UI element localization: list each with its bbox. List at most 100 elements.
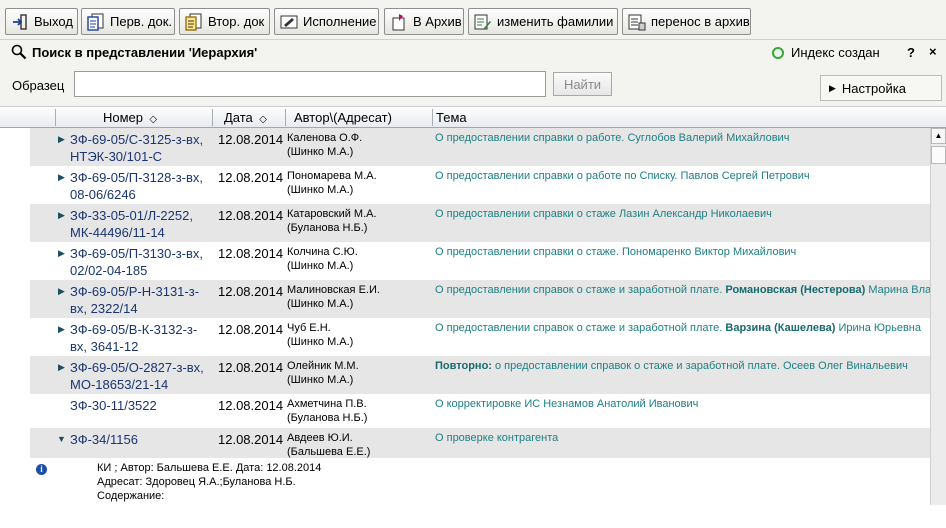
secondary-doc-icon [184, 13, 204, 31]
scroll-thumb[interactable] [931, 146, 946, 164]
table-row[interactable]: ▶ ЗФ-33-05-01/Л-2252, МК-44496/11-14 12.0… [30, 204, 930, 242]
doc-author: Катаровский М.А. (Буланова Н.Б.) [287, 208, 377, 234]
doc-author: Пономарева М.А. (Шинко М.А.) [287, 170, 377, 196]
table-row[interactable]: ▶ ЗФ-69-05/Р-Н-3131-з-вх, 2322/14 12.08.… [30, 280, 931, 318]
edit-names-icon [473, 13, 493, 31]
expand-arrow-icon[interactable]: ▶ [58, 134, 65, 145]
execution-icon [279, 13, 299, 31]
doc-author: Авдеев Ю.И. (Бальшева Е.Е.) [287, 432, 371, 458]
expand-arrow-icon[interactable]: ▶ [58, 286, 65, 297]
table-row[interactable]: ▶ ЗФ-69-05/В-К-3132-з-вх, 3641-12 12.08.… [30, 318, 930, 356]
table-row[interactable]: ЗФ-30-11/3522 12.08.2014 Ахметчина П.В.(… [30, 394, 930, 428]
expand-arrow-icon[interactable]: ▶ [58, 248, 65, 259]
doc-date: 12.08.2014 [218, 432, 284, 447]
column-separator [55, 109, 56, 126]
sort-icon: ◇ [256, 114, 267, 125]
secondary-doc-button[interactable]: Втор. док [179, 8, 270, 35]
doc-author: Ахметчина П.В. (Буланова Н.Б.) [287, 398, 368, 424]
doc-number: ЗФ-69-05/О-2827-з-вх, МО-18653/21-14 [70, 360, 204, 392]
expand-arrow-icon[interactable]: ▶ [58, 172, 65, 183]
doc-topic: Повторно: о предоставлении справок о ста… [435, 360, 908, 372]
details-line: КИ ; Автор: Бальшева Е.Е. Дата: 12.08.20… [97, 462, 322, 474]
move-to-archive-button[interactable]: перенос в архив [622, 8, 751, 35]
exit-icon [10, 13, 30, 31]
doc-author: Чуб Е.Н. (Шинко М.А.) [287, 322, 354, 348]
column-separator [285, 109, 286, 126]
exit-label: Выход [34, 14, 73, 29]
doc-date: 12.08.2014 [218, 246, 284, 261]
close-button[interactable]: × [929, 44, 937, 59]
collapse-arrow-icon[interactable]: ▼ [57, 434, 66, 444]
info-icon: i [36, 464, 47, 475]
doc-number: ЗФ-30-11/3522 [70, 398, 157, 413]
doc-date: 12.08.2014 [218, 208, 284, 223]
doc-number: ЗФ-34/1156 [70, 432, 138, 447]
details-line: Содержание: [97, 490, 165, 502]
execution-button[interactable]: Исполнение [274, 8, 379, 35]
doc-date: 12.08.2014 [218, 132, 284, 147]
search-panel-header: Поиск в представлении 'Иерархия' Индекс … [0, 40, 946, 66]
change-surnames-label: изменить фамилии [497, 14, 614, 29]
execution-label: Исполнение [303, 14, 377, 29]
doc-number: ЗФ-69-05/Р-Н-3131-з-вх, 2322/14 [70, 284, 200, 316]
help-button[interactable]: ? [907, 45, 915, 60]
doc-author: Каленова О.Ф. (Шинко М.А.) [287, 132, 363, 158]
doc-date: 12.08.2014 [218, 322, 284, 337]
details-line: Адресат: Здоровец Я.А.;Буланова Н.Б. [97, 476, 296, 488]
primary-doc-button[interactable]: Перв. док. [81, 8, 175, 35]
secondary-doc-label: Втор. док [208, 14, 265, 29]
scroll-up-icon[interactable]: ▲ [931, 128, 946, 144]
to-archive-label: В Архив [413, 14, 462, 29]
primary-doc-label: Перв. док. [110, 14, 173, 29]
documents-grid: Номер ◇ Дата ◇ Автор\(Адресат) Тема ▶ ЗФ… [0, 106, 946, 528]
doc-number: ЗФ-69-05/П-3128-з-вх, 08-06/6246 [70, 170, 204, 202]
doc-date: 12.08.2014 [218, 284, 284, 299]
doc-author: Олейник М.М. (Шинко М.А.) [287, 360, 359, 386]
doc-topic: О предоставлении справок о стаже и зараб… [435, 284, 931, 296]
column-header-date[interactable]: Дата ◇ [224, 110, 267, 125]
doc-topic: О предоставлении справок о стаже и зараб… [435, 322, 921, 334]
index-status-icon [772, 47, 784, 59]
settings-label: Настройка [841, 80, 906, 96]
doc-author: Колчина С.Ю. (Шинко М.А.) [287, 246, 358, 272]
search-row: Образец Найти ▶ Настройка [0, 66, 946, 106]
search-icon [11, 44, 27, 63]
vertical-scrollbar[interactable]: ▲ [930, 128, 946, 505]
doc-topic: О предоставлении справки о работе по Спи… [435, 170, 810, 182]
doc-number: ЗФ-33-05-01/Л-2252, МК-44496/11-14 [70, 208, 193, 240]
table-row[interactable]: ▶ ЗФ-69-05/О-2827-з-вх, МО-18653/21-14 12… [30, 356, 930, 394]
doc-date: 12.08.2014 [218, 170, 284, 185]
change-surnames-button[interactable]: изменить фамилии [468, 8, 618, 35]
doc-number: ЗФ-69-05/С-3125-з-вх, НТЭК-30/101-С [70, 132, 204, 164]
expand-arrow-icon[interactable]: ▶ [58, 324, 65, 335]
pattern-label: Образец [12, 78, 65, 93]
table-row[interactable]: ▶ ЗФ-69-05/П-3128-з-вх, 08-06/6246 12.08.… [30, 166, 930, 204]
find-button[interactable]: Найти [553, 72, 612, 96]
doc-topic: О проверке контрагента [435, 432, 559, 444]
move-archive-icon [627, 13, 647, 31]
play-arrow-icon: ▶ [829, 82, 836, 93]
column-header-number-label: Номер [103, 110, 144, 125]
expand-arrow-icon[interactable]: ▶ [58, 210, 65, 221]
doc-topic: О предоставлении справки о стаже Лазин А… [435, 208, 772, 220]
archive-icon [389, 13, 409, 31]
table-row[interactable]: ▶ ЗФ-69-05/С-3125-з-вх, НТЭК-30/101-С 12.… [30, 128, 930, 166]
pattern-input[interactable] [74, 71, 546, 97]
settings-button[interactable]: ▶ Настройка [820, 75, 942, 101]
index-status-text: Индекс создан [791, 45, 880, 60]
sort-icon: ◇ [146, 114, 158, 125]
row-details: i КИ ; Автор: Бальшева Е.Е. Дата: 12.08.… [30, 458, 930, 528]
expand-arrow-icon[interactable]: ▶ [58, 362, 65, 373]
column-separator [212, 109, 213, 126]
column-header-date-label: Дата [224, 110, 253, 125]
column-header-topic[interactable]: Тема [436, 110, 467, 125]
column-separator [432, 109, 433, 126]
table-row[interactable]: ▼ ЗФ-34/1156 12.08.2014 Авдеев Ю.И. (Баль… [30, 428, 930, 458]
column-header-author[interactable]: Автор\(Адресат) [294, 110, 392, 125]
doc-topic: О предоставлении справки о стаже. Понома… [435, 246, 797, 258]
column-header-number[interactable]: Номер ◇ [103, 110, 157, 125]
doc-topic: О предоставлении справки о работе. Сугло… [435, 132, 790, 144]
to-archive-button[interactable]: В Архив [384, 8, 464, 35]
exit-button[interactable]: Выход [5, 8, 78, 35]
table-row[interactable]: ▶ ЗФ-69-05/П-3130-з-вх, 02/02-04-185 12.0… [30, 242, 930, 280]
